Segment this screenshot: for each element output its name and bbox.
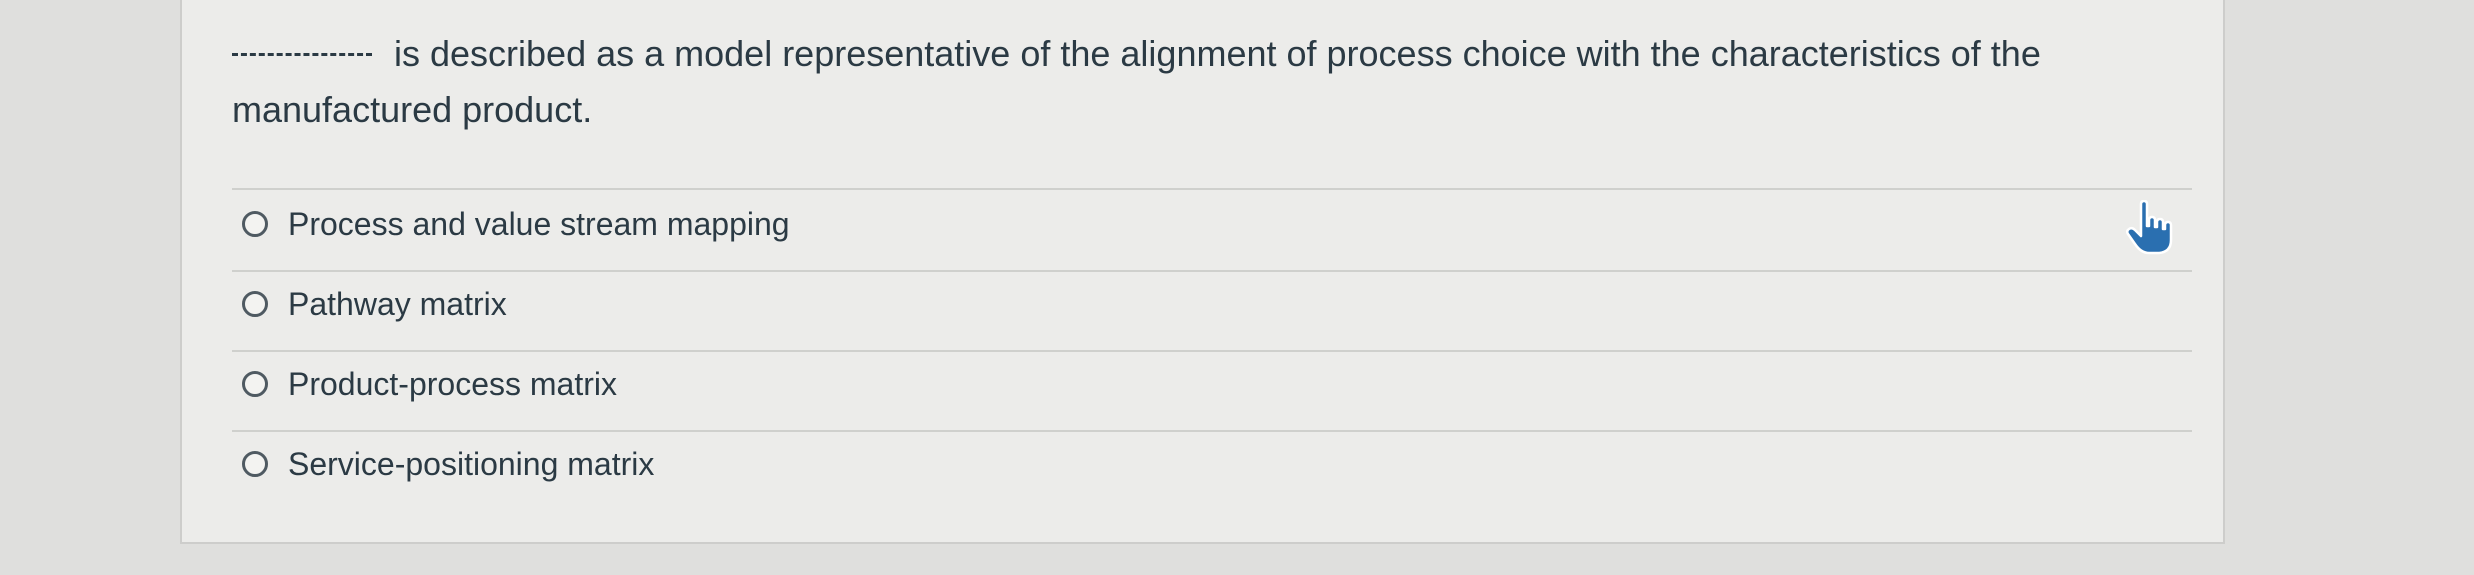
answer-divider xyxy=(232,188,2192,190)
answer-option-4[interactable]: Service-positioning matrix xyxy=(242,434,2142,494)
answer-option-1[interactable]: Process and value stream mapping xyxy=(242,194,2142,254)
answer-divider xyxy=(232,430,2192,432)
hand-pointer-icon xyxy=(2125,200,2173,255)
radio-button-icon[interactable] xyxy=(242,371,268,397)
answer-label: Process and value stream mapping xyxy=(288,205,790,242)
fill-in-blank xyxy=(232,53,372,56)
radio-button-icon[interactable] xyxy=(242,451,268,477)
radio-button-icon[interactable] xyxy=(242,291,268,317)
question-card: is described as a model representative o… xyxy=(180,0,2225,544)
question-text: is described as a model representative o… xyxy=(232,26,2212,138)
answer-label: Service-positioning matrix xyxy=(288,445,655,482)
answer-divider xyxy=(232,350,2192,352)
radio-button-icon[interactable] xyxy=(242,211,268,237)
answer-option-3[interactable]: Product-process matrix xyxy=(242,354,2142,414)
answer-label: Product-process matrix xyxy=(288,365,617,402)
question-body: is described as a model representative o… xyxy=(232,33,2041,130)
answer-option-2[interactable]: Pathway matrix xyxy=(242,274,2142,334)
answer-label: Pathway matrix xyxy=(288,285,507,322)
answer-divider xyxy=(232,270,2192,272)
